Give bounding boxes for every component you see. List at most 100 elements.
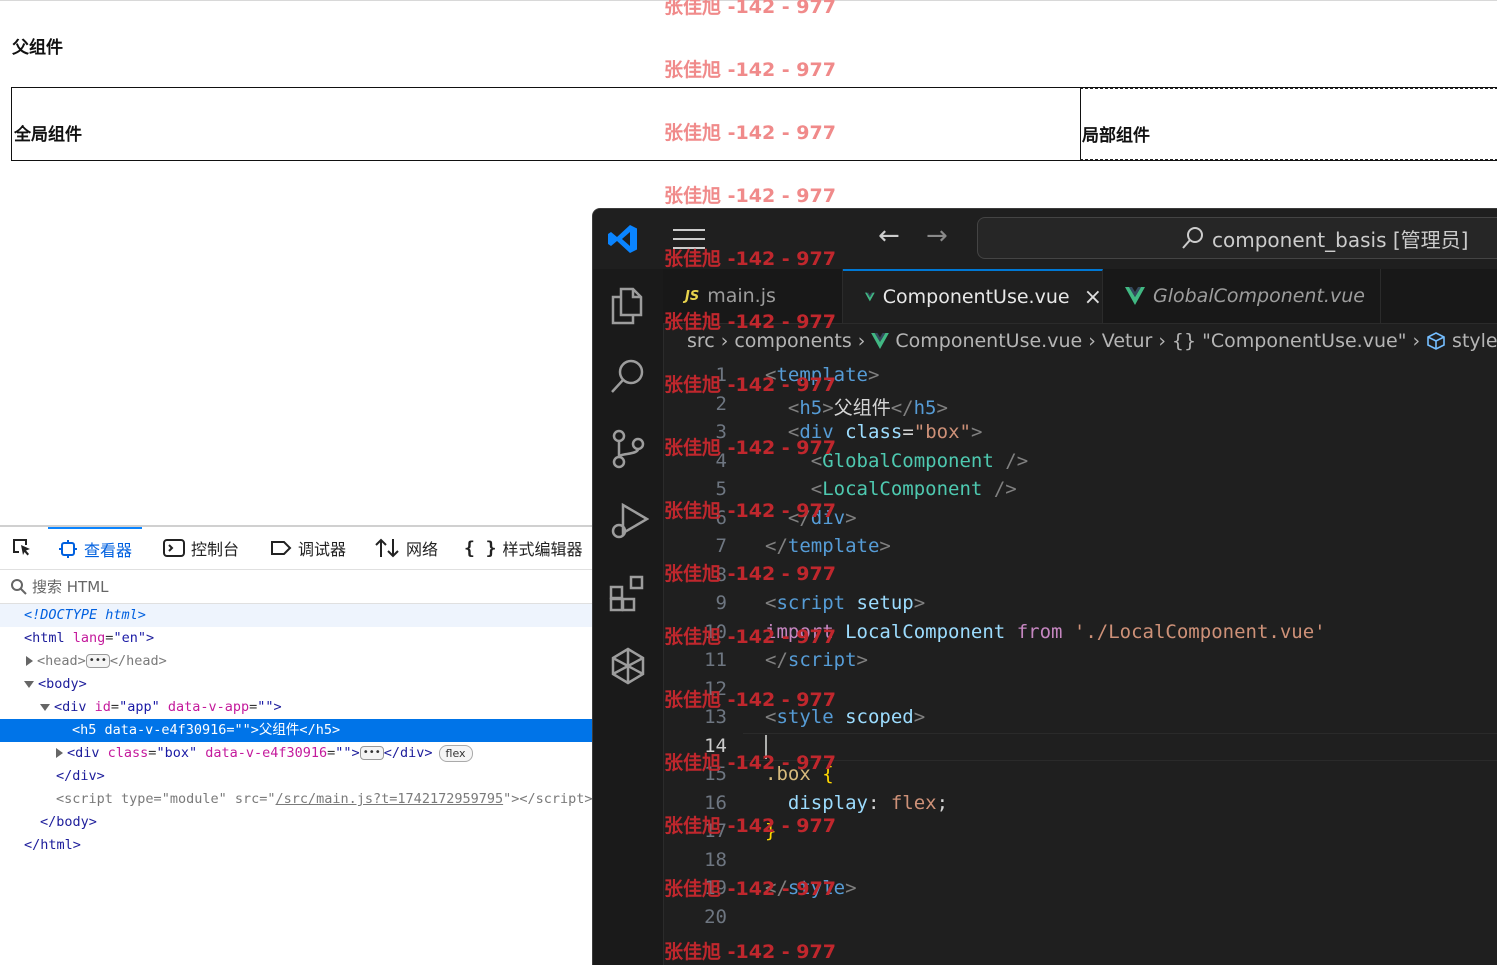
line-number: 12 — [704, 677, 727, 700]
more-icon[interactable]: ••• — [85, 654, 110, 668]
tree-head[interactable]: <head> ••• </head> — [0, 650, 593, 673]
code-line[interactable]: <style scoped> — [765, 706, 925, 728]
html-search-bar[interactable]: 搜索 HTML — [0, 570, 593, 604]
tab-console[interactable]: 控制台 — [163, 527, 239, 569]
box-container: 全局组件 局部组件 — [11, 87, 1497, 161]
line-number: 8 — [715, 563, 727, 586]
script-src-link[interactable]: /src/main.js?t=1742172959795 — [276, 791, 504, 807]
collapse-icon[interactable] — [24, 680, 34, 688]
html-close-tag: </html> — [24, 837, 81, 853]
parent-heading: 父组件 — [12, 38, 63, 58]
menu-icon[interactable] — [673, 229, 705, 249]
collapse-icon[interactable] — [40, 703, 50, 711]
code-line[interactable]: </div> — [765, 507, 857, 529]
code-line[interactable]: <h5>父组件</h5> — [765, 393, 948, 420]
breadcrumb-symbol[interactable]: {} "ComponentUse.vue" — [1172, 330, 1407, 352]
breadcrumb: src › components › ComponentUse.vue › Ve… — [663, 323, 1497, 359]
code-line[interactable]: .box { — [765, 763, 834, 785]
breadcrumb-style[interactable]: style — [1452, 330, 1497, 352]
code-line[interactable]: <LocalComponent /> — [765, 478, 1017, 500]
breadcrumb-src[interactable]: src — [687, 330, 715, 352]
source-control-icon[interactable] — [611, 429, 645, 469]
tree-script[interactable]: <script type="module" src="/src/main.js?… — [0, 788, 593, 811]
chevron-right-icon: › — [720, 330, 729, 352]
tree-body-close[interactable]: </body> — [0, 811, 593, 834]
tree-body[interactable]: <body> — [0, 673, 593, 696]
remote-explorer-icon[interactable] — [609, 647, 647, 685]
tab-debugger-label: 调试器 — [298, 540, 347, 559]
body-close-tag: </body> — [40, 814, 97, 830]
vue-file-icon — [1125, 287, 1145, 305]
code-editor[interactable]: 1 2 3 4 5 6 7 8 9 10 11 12 13 14 15 16 17 18 19 20 <template… — [663, 359, 1497, 965]
code-line[interactable]: <div class="box"> — [765, 421, 983, 443]
line-number: 4 — [715, 449, 727, 472]
text-cursor — [765, 734, 767, 759]
box-class-value: "box" — [156, 745, 198, 761]
tab-main-js[interactable]: JS main.js — [663, 269, 843, 323]
code-line[interactable]: import LocalComponent from './LocalCompo… — [765, 621, 1326, 643]
code-line[interactable]: <script setup> — [765, 592, 925, 614]
forward-arrow-icon[interactable]: → — [926, 221, 948, 251]
command-center[interactable]: component_basis [管理员] — [977, 217, 1497, 259]
tab-inspector[interactable]: 查看器 — [48, 527, 143, 569]
breadcrumb-components[interactable]: components — [734, 330, 851, 352]
code-line[interactable]: </script> — [765, 649, 868, 671]
element-picker-button[interactable] — [10, 527, 40, 569]
code-line[interactable]: <template> — [765, 364, 879, 386]
breadcrumb-file[interactable]: ComponentUse.vue — [895, 330, 1082, 352]
expand-icon[interactable] — [56, 748, 63, 758]
code-line[interactable]: </style> — [765, 877, 857, 899]
tree-html-close[interactable]: </html> — [0, 834, 593, 857]
line-number: 13 — [704, 706, 727, 728]
tab-network[interactable]: 网络 — [374, 527, 438, 569]
close-icon[interactable]: × — [1084, 285, 1102, 310]
chevron-right-icon: › — [1412, 330, 1421, 352]
line-number: 7 — [715, 535, 727, 557]
cube-icon — [1427, 332, 1445, 350]
line-number: 15 — [704, 763, 727, 785]
expand-icon[interactable] — [26, 656, 33, 666]
chevron-right-icon: › — [857, 330, 866, 352]
back-arrow-icon[interactable]: ← — [878, 221, 900, 251]
tree-h5-selected[interactable]: <h5 data-v-e4f30916="">父组件</h5> — [0, 719, 593, 742]
tab-console-label: 控制台 — [191, 540, 240, 559]
tab-style-editor[interactable]: { } 样式编辑器 — [464, 527, 583, 569]
tab-globalcomponent-vue[interactable]: GlobalComponent.vue — [1103, 269, 1381, 323]
devtools-panel: 查看器 控制台 调试器 网络 { } 样式编辑器 搜索 HTML <!DOCTY… — [0, 525, 593, 965]
tree-div-close[interactable]: </div> — [0, 765, 593, 788]
chevron-right-icon: › — [1158, 330, 1166, 352]
code-line[interactable]: } — [765, 820, 776, 842]
extensions-icon[interactable] — [609, 575, 647, 613]
search-icon — [1182, 227, 1203, 249]
console-icon — [163, 539, 185, 557]
run-debug-icon[interactable] — [609, 501, 649, 541]
vue-file-icon — [865, 292, 875, 302]
tab-debugger[interactable]: 调试器 — [270, 527, 346, 569]
flex-badge[interactable]: flex — [438, 744, 473, 762]
activity-bar — [593, 269, 664, 965]
breadcrumb-vetur[interactable]: Vetur — [1102, 330, 1153, 352]
tree-div-app[interactable]: <div id="app" data-v-app=""> — [0, 696, 593, 719]
explorer-icon[interactable] — [609, 287, 645, 325]
more-icon[interactable]: ••• — [359, 746, 384, 760]
debugger-icon — [271, 541, 292, 555]
line-number: 2 — [715, 392, 727, 415]
tree-html[interactable]: <html lang="en"> — [0, 627, 593, 650]
div-close-tag: </div> — [56, 768, 105, 784]
html-open-tag: <html — [24, 630, 65, 646]
line-number: 9 — [715, 592, 727, 614]
line-number: 14 — [704, 734, 727, 757]
vscode-window: ← → component_basis [管理员] JS main.js Com… — [592, 208, 1497, 965]
search-icon[interactable] — [609, 357, 647, 395]
code-line[interactable]: display: flex; — [765, 792, 948, 814]
tree-doctype[interactable]: <!DOCTYPE html> — [0, 604, 593, 627]
picker-icon — [13, 539, 30, 556]
tab-componentuse-label: ComponentUse.vue — [882, 286, 1070, 308]
code-line[interactable]: </template> — [765, 535, 891, 557]
tab-main-js-label: main.js — [707, 285, 776, 307]
search-icon — [11, 578, 27, 595]
tree-div-box[interactable]: <div class="box" data-v-e4f30916=""> ••• <… — [0, 742, 593, 765]
editor-tabs: JS main.js ComponentUse.vue × GlobalComp… — [663, 269, 1497, 324]
tab-componentuse-vue[interactable]: ComponentUse.vue × — [843, 269, 1103, 323]
code-line[interactable]: <GlobalComponent /> — [765, 450, 1028, 472]
